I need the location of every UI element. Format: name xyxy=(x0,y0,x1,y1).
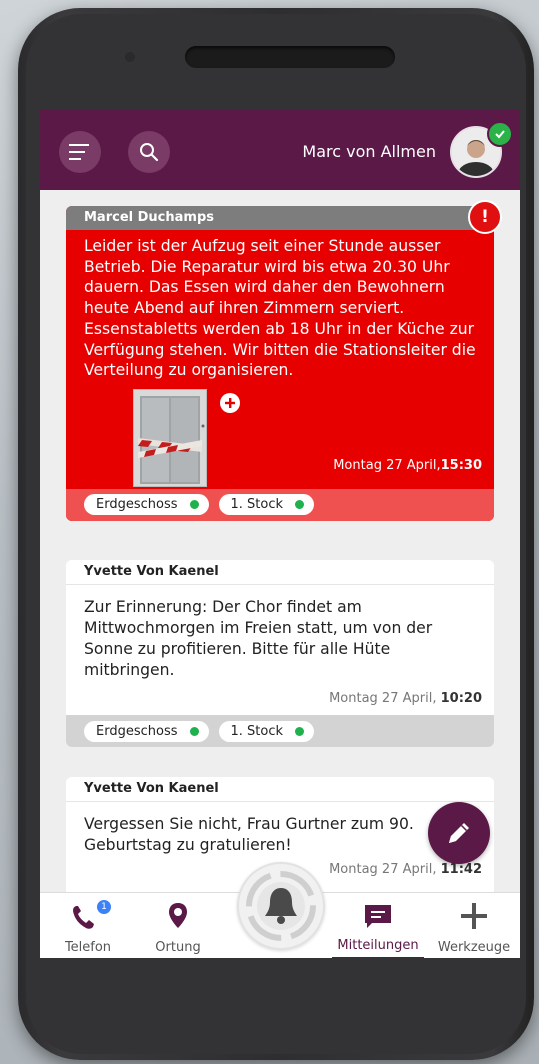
message-icon xyxy=(365,905,391,928)
compose-button[interactable] xyxy=(428,802,490,864)
tag-label: Erdgeschoss xyxy=(96,723,178,739)
message-author: Marcel Duchamps xyxy=(66,206,494,230)
tag-chip[interactable]: 1. Stock xyxy=(218,494,315,516)
tag-chip[interactable]: Erdgeschoss xyxy=(84,494,209,516)
bell-icon xyxy=(246,871,316,941)
message-text: Leider ist der Aufzug seit einer Stunde … xyxy=(84,237,476,380)
pencil-icon xyxy=(449,823,469,843)
front-camera xyxy=(125,52,135,62)
plus-icon xyxy=(225,397,235,408)
message-text: Zur Erinnerung: Der Chor findet am Mittw… xyxy=(84,598,433,679)
nav-label: Ortung xyxy=(155,940,201,955)
urgent-alert-icon: ! xyxy=(468,200,502,234)
message-card[interactable]: Yvette Von Kaenel Zur Erinnerung: Der Ch… xyxy=(66,560,494,747)
message-time: 10:20 xyxy=(440,691,482,706)
alarm-bell-button[interactable] xyxy=(237,862,325,950)
message-timestamp: Montag 27 April,15:30 xyxy=(333,458,482,473)
location-pin-icon xyxy=(169,903,187,928)
message-time: 15:30 xyxy=(440,457,482,473)
attachment-area: Montag 27 April,15:30 xyxy=(66,381,494,487)
status-dot xyxy=(295,500,305,510)
earpiece-speaker xyxy=(185,46,395,68)
status-dot xyxy=(295,726,305,736)
nav-label: Mitteilungen xyxy=(337,938,419,953)
message-time: 11:42 xyxy=(440,862,482,877)
elevator-photo[interactable] xyxy=(133,388,207,487)
message-date: Montag 27 April, xyxy=(329,862,437,877)
top-bar: Marc von Allmen xyxy=(40,110,520,190)
message-date: Montag 27 April, xyxy=(329,691,437,706)
menu-icon xyxy=(69,144,89,160)
message-card-urgent[interactable]: Marcel Duchamps Leider ist der Aufzug se… xyxy=(66,206,494,521)
message-author: Yvette Von Kaenel xyxy=(66,777,494,802)
message-tags: Erdgeschoss 1. Stock xyxy=(66,488,494,521)
nav-label: Telefon xyxy=(64,940,112,955)
nav-werkzeuge[interactable]: Werkzeuge xyxy=(428,893,520,958)
tag-chip[interactable]: Erdgeschoss xyxy=(84,720,209,742)
elevator-image xyxy=(138,395,205,484)
nav-telefon[interactable]: 1 Telefon xyxy=(40,893,136,958)
plus-icon xyxy=(461,903,487,929)
status-dot xyxy=(189,726,199,736)
online-status-badge xyxy=(487,121,513,147)
status-dot xyxy=(189,500,199,510)
search-icon xyxy=(140,143,159,162)
tag-label: Erdgeschoss xyxy=(96,497,178,513)
message-tags: Erdgeschoss 1. Stock xyxy=(66,715,494,747)
tag-label: 1. Stock xyxy=(230,723,284,739)
message-timestamp: Montag 27 April, 10:20 xyxy=(66,691,494,715)
nav-ortung[interactable]: Ortung xyxy=(136,893,220,958)
nav-mitteilungen[interactable]: Mitteilungen xyxy=(332,893,424,958)
check-icon xyxy=(495,130,505,139)
user-name[interactable]: Marc von Allmen xyxy=(302,142,436,161)
menu-button[interactable] xyxy=(59,131,101,173)
app-screen: Marc von Allmen ! Marcel Duchamps Leider… xyxy=(40,110,520,958)
message-author: Yvette Von Kaenel xyxy=(66,560,494,585)
tag-label: 1. Stock xyxy=(230,497,284,513)
nav-label: Werkzeuge xyxy=(437,940,511,955)
tag-chip[interactable]: 1. Stock xyxy=(218,720,315,742)
message-date: Montag 27 April, xyxy=(333,457,441,473)
notification-badge: 1 xyxy=(96,899,112,915)
add-attachment-button[interactable] xyxy=(220,392,240,413)
search-button[interactable] xyxy=(128,131,170,173)
